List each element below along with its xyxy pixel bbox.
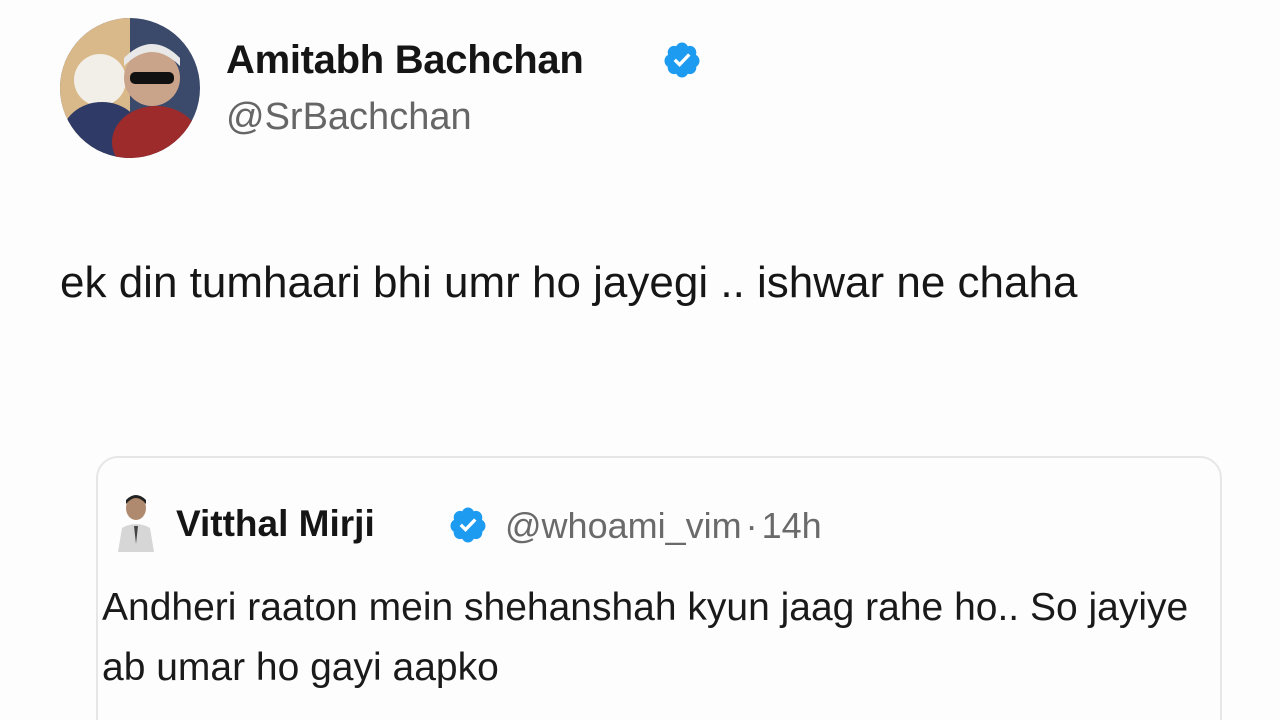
quoted-author-avatar[interactable] — [114, 492, 158, 552]
tweet-text: ek din tumhaari bhi umr ho jayegi .. ish… — [60, 258, 1078, 307]
author-handle[interactable]: @SrBachchan — [226, 96, 472, 139]
tweet-screenshot: Amitabh Bachchan @SrBachchan ek din tumh… — [0, 0, 1280, 720]
meta-separator: · — [745, 505, 758, 546]
author-display-name[interactable]: Amitabh Bachchan — [226, 38, 584, 83]
verified-badge-icon — [448, 505, 488, 545]
author-avatar[interactable] — [60, 18, 200, 158]
verified-badge-icon — [662, 40, 702, 80]
quoted-tweet-text: Andheri raaton mein shehanshah kyun jaag… — [102, 586, 1189, 689]
quoted-tweet-meta: @whoami_vim · 14h — [505, 505, 822, 547]
quoted-author-display-name[interactable]: Vitthal Mirji — [176, 503, 375, 545]
quoted-tweet-time[interactable]: 14h — [762, 505, 822, 546]
quoted-author-handle[interactable]: @whoami_vim — [505, 505, 742, 546]
